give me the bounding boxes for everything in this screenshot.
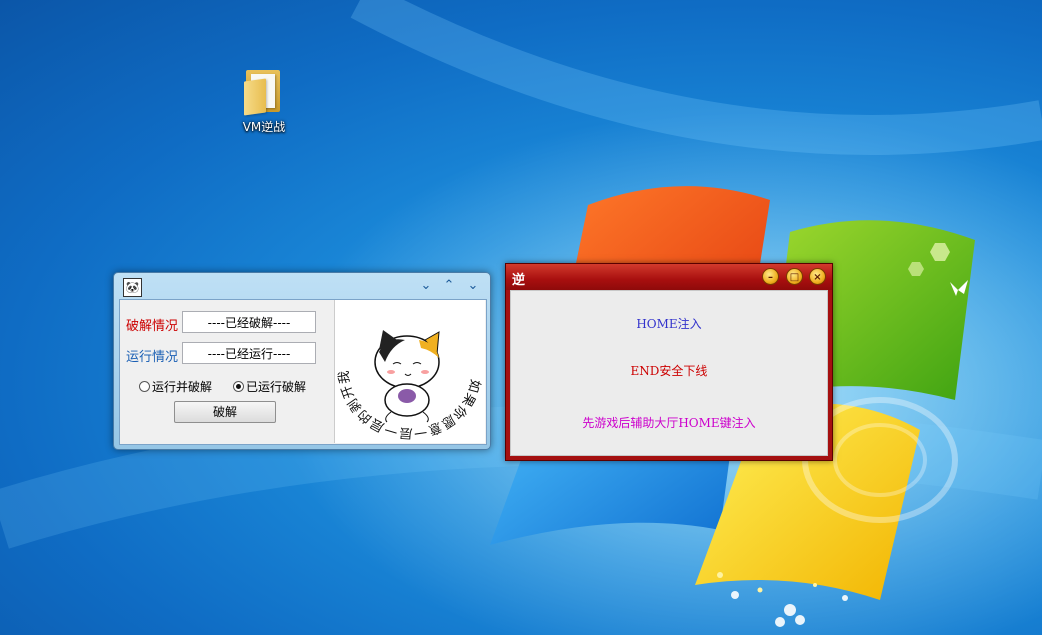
instruction-text: 先游戏后辅助大厅HOME键注入 bbox=[582, 416, 756, 430]
run-status-field[interactable]: ----已经运行---- bbox=[182, 342, 316, 364]
close-icon[interactable]: × bbox=[809, 268, 826, 285]
panda-icon: 🐼 bbox=[123, 278, 142, 297]
desktop-folder-shortcut[interactable]: VM逆战 bbox=[230, 66, 298, 135]
radio-label: 运行并破解 bbox=[152, 380, 213, 394]
run-status-label: 运行情况 bbox=[126, 350, 179, 365]
window-client-area: HOME注入 END安全下线 先游戏后辅助大厅HOME键注入 bbox=[510, 290, 828, 456]
cat-illustration-image: 如果你愿意一层一层的剥开我的心你会发现你会讶异你是我最压抑最深处的秘密 bbox=[328, 288, 485, 443]
maximize-icon[interactable]: □ bbox=[786, 268, 803, 285]
end-logout-text: END安全下线 bbox=[630, 364, 708, 378]
crack-status-label: 破解情况 bbox=[126, 319, 179, 334]
radio-label: 已运行破解 bbox=[246, 380, 307, 394]
minimize-icon[interactable]: – bbox=[762, 268, 779, 285]
chevron-down-icon[interactable]: ⌄ bbox=[464, 277, 482, 295]
chevron-down-icon[interactable]: ⌄ bbox=[417, 277, 435, 295]
radio-checked-icon bbox=[233, 381, 244, 392]
radio-unchecked-icon bbox=[139, 381, 150, 392]
radio-already-running[interactable]: 已运行破解 bbox=[233, 378, 306, 395]
titlebar[interactable]: 逆 – □ × bbox=[506, 264, 832, 290]
folder-icon bbox=[244, 66, 284, 116]
window-client-area: 破解情况 ----已经破解---- 运行情况 ----已经运行---- 运行并破… bbox=[119, 288, 487, 445]
desktop-icon-label: VM逆战 bbox=[242, 120, 286, 134]
titlebar[interactable]: 🐼 ⌄ ⌃ ⌄ bbox=[114, 273, 490, 299]
chevron-up-icon[interactable]: ⌃ bbox=[440, 277, 458, 295]
home-inject-text: HOME注入 bbox=[636, 317, 702, 331]
injector-window: 逆 – □ × HOME注入 END安全下线 先游戏后辅助大厅HOME键注入 bbox=[505, 263, 833, 461]
crack-tool-window: 🐼 ⌄ ⌃ ⌄ 破解情况 ----已经破解---- 运行情况 ----已经运行-… bbox=[113, 272, 491, 450]
radio-run-and-crack[interactable]: 运行并破解 bbox=[139, 378, 212, 395]
crack-status-field[interactable]: ----已经破解---- bbox=[182, 311, 316, 333]
app-title-icon: 逆 bbox=[512, 273, 526, 288]
crack-button[interactable]: 破解 bbox=[174, 401, 276, 423]
